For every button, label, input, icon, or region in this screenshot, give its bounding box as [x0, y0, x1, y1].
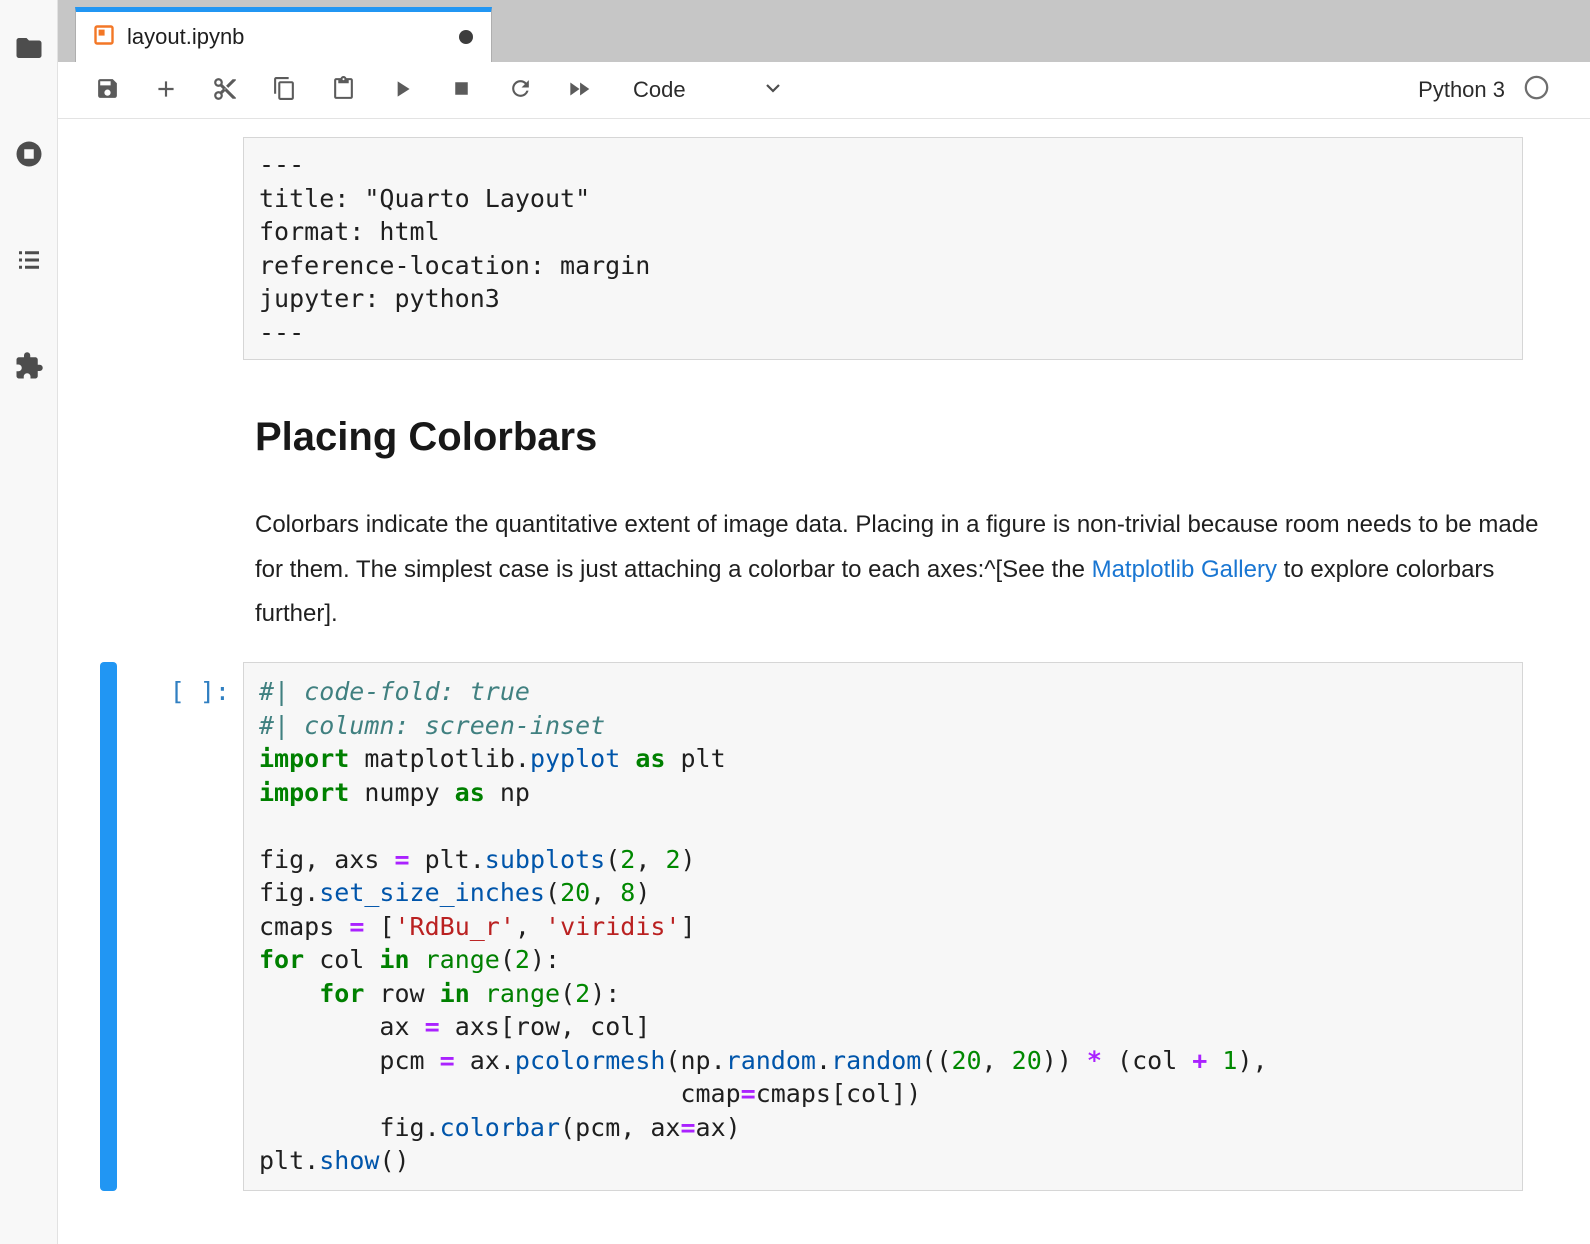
sidebar-item-running-sessions[interactable]: [14, 140, 44, 170]
save-icon: [95, 76, 120, 104]
restart-kernel-button[interactable]: [507, 77, 533, 103]
chevron-down-icon: [761, 76, 785, 105]
code-line: for row in range(2):: [259, 977, 1507, 1011]
scissors-icon: [212, 76, 238, 105]
run-cell-button[interactable]: [389, 77, 415, 103]
active-cell-collapser[interactable]: [100, 662, 117, 1191]
sidebar-item-table-of-contents[interactable]: [14, 246, 44, 276]
cell-type-dropdown[interactable]: Code: [633, 76, 785, 105]
matplotlib-gallery-link[interactable]: Matplotlib Gallery: [1092, 556, 1277, 583]
code-line: pcm = ax.pcolormesh(np.random.random((20…: [259, 1044, 1507, 1078]
save-button[interactable]: [94, 77, 120, 103]
copy-cells-button[interactable]: [271, 77, 297, 103]
fast-forward-icon: [566, 76, 592, 105]
restart-run-all-button[interactable]: [566, 77, 592, 103]
code-line: cmaps = ['RdBu_r', 'viridis']: [259, 910, 1507, 944]
code-line: for col in range(2):: [259, 943, 1507, 977]
kernel-status-icon: [1523, 74, 1550, 106]
raw-cell-lines: ---title: "Quarto Layout"format: htmlref…: [259, 148, 1507, 349]
code-editor-lines: #| code-fold: true#| column: screen-inse…: [259, 675, 1507, 1178]
raw-cell-editor[interactable]: ---title: "Quarto Layout"format: htmlref…: [243, 137, 1523, 360]
code-line: #| column: screen-inset: [259, 709, 1507, 743]
cell-type-value: Code: [633, 77, 686, 103]
markdown-heading: Placing Colorbars: [255, 411, 597, 463]
puzzle-icon: [14, 351, 44, 384]
code-cell-editor[interactable]: #| code-fold: true#| column: screen-inse…: [243, 662, 1523, 1191]
code-line: [259, 809, 1507, 843]
interrupt-kernel-button[interactable]: [448, 77, 474, 103]
code-line: fig, axs = plt.subplots(2, 2): [259, 843, 1507, 877]
insert-cell-button[interactable]: [153, 77, 179, 103]
code-line: import matplotlib.pyplot as plt: [259, 742, 1507, 776]
raw-line: ---: [259, 316, 1507, 350]
raw-line: title: "Quarto Layout": [259, 182, 1507, 216]
raw-line: reference-location: margin: [259, 249, 1507, 283]
raw-line: ---: [259, 148, 1507, 182]
play-icon: [389, 76, 415, 105]
code-line: fig.colorbar(pcm, ax=ax): [259, 1111, 1507, 1145]
refresh-icon: [508, 76, 533, 104]
folder-icon: [14, 33, 44, 66]
unsaved-changes-indicator[interactable]: [459, 30, 473, 44]
code-line: #| code-fold: true: [259, 675, 1507, 709]
code-line: ax = axs[row, col]: [259, 1010, 1507, 1044]
stop-icon: [449, 76, 474, 104]
kernel-area: Python 3: [1418, 74, 1550, 106]
tab-bar: layout.ipynb: [58, 0, 1590, 62]
jupyterlab-window: layout.ipynb: [0, 0, 1590, 1244]
paste-cells-button[interactable]: [330, 77, 356, 103]
kernel-name[interactable]: Python 3: [1418, 77, 1505, 103]
cell-input-prompt: [ ]:: [58, 675, 230, 709]
clipboard-icon: [331, 76, 356, 104]
code-line: cmap=cmaps[col]): [259, 1077, 1507, 1111]
tab-title: layout.ipynb: [127, 24, 244, 50]
cut-cells-button[interactable]: [212, 77, 238, 103]
list-icon: [14, 245, 44, 278]
tab-layout-ipynb[interactable]: layout.ipynb: [75, 7, 492, 62]
sidebar-item-extension-manager[interactable]: [14, 352, 44, 382]
code-line: import numpy as np: [259, 776, 1507, 810]
notebook-toolbar: Code Python 3: [58, 62, 1590, 119]
raw-line: format: html: [259, 215, 1507, 249]
plus-icon: [153, 76, 179, 105]
sidebar-item-file-browser[interactable]: [14, 34, 44, 64]
left-sidebar: [0, 0, 58, 1244]
code-line: fig.set_size_inches(20, 8): [259, 876, 1507, 910]
code-line: plt.show(): [259, 1144, 1507, 1178]
notebook-content: ---title: "Quarto Layout"format: htmlref…: [58, 119, 1590, 1244]
stop-circle-icon: [14, 139, 44, 172]
notebook-icon: [92, 23, 116, 52]
copy-icon: [272, 76, 297, 104]
markdown-paragraph: Colorbars indicate the quantitative exte…: [255, 503, 1545, 637]
raw-line: jupyter: python3: [259, 282, 1507, 316]
